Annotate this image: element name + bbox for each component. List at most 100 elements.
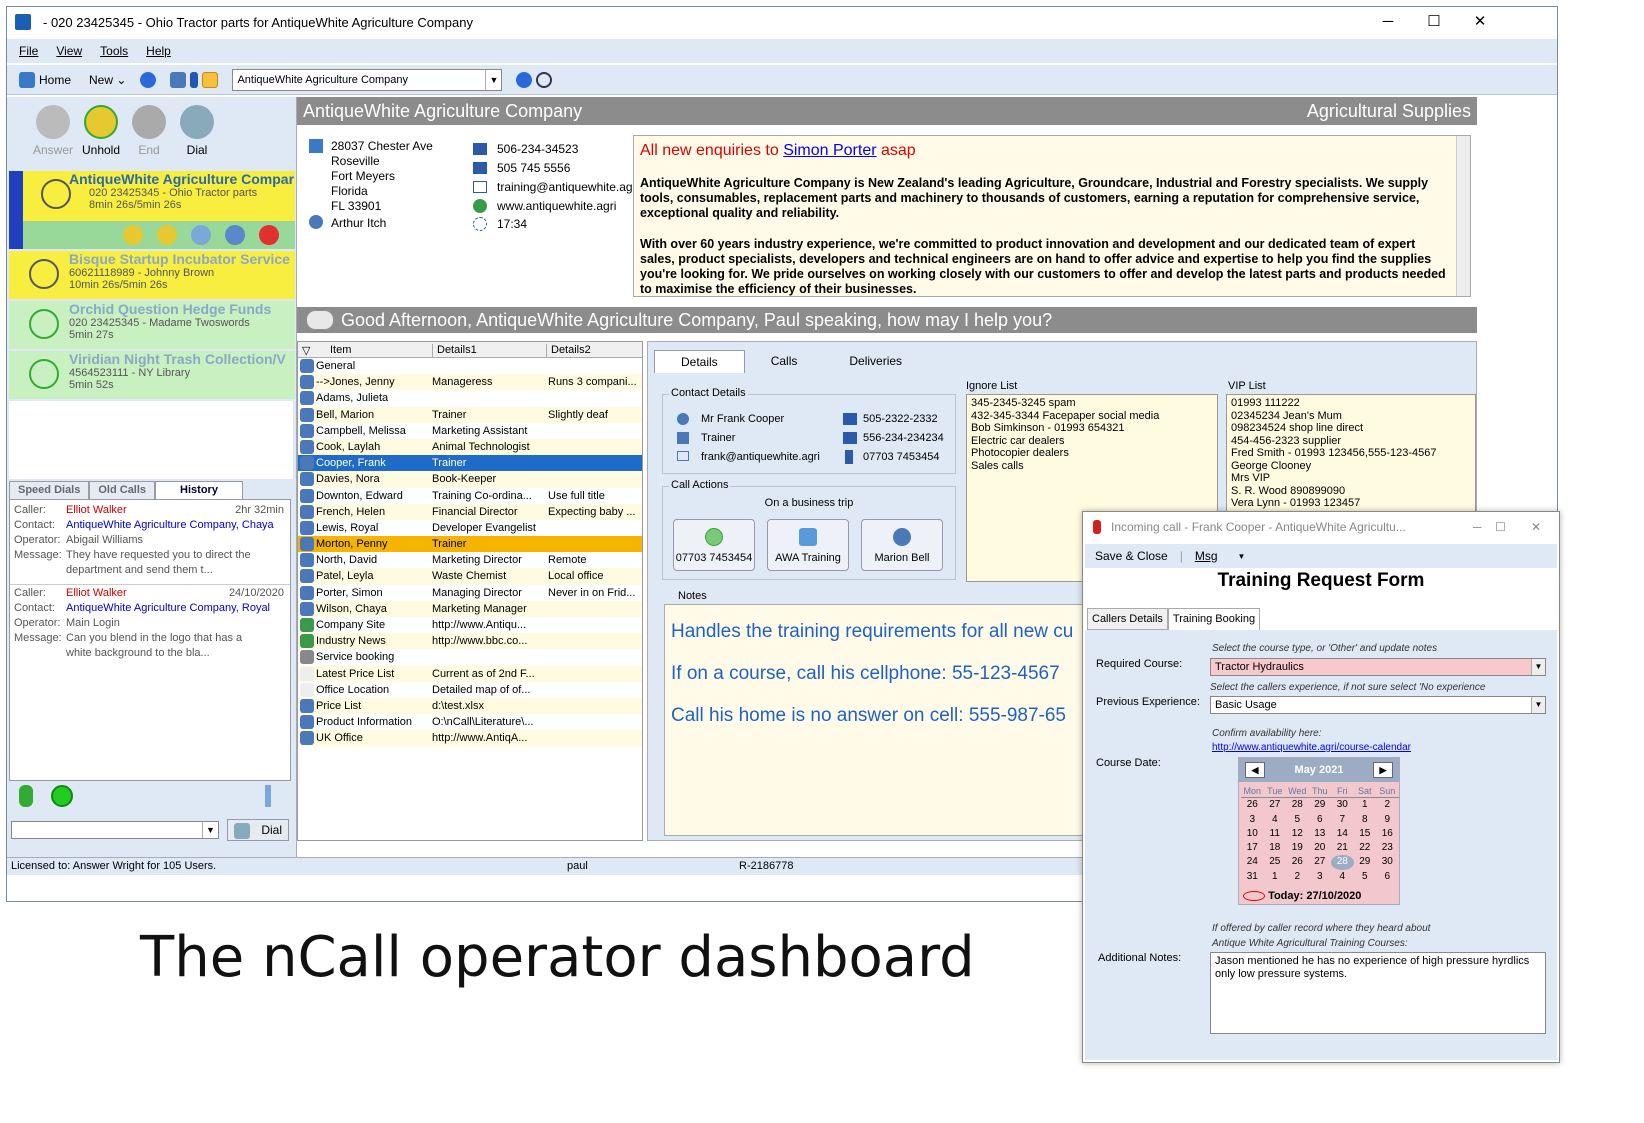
notice-scrollbar[interactable]: [1456, 136, 1470, 296]
calendar-day[interactable]: 27: [1264, 798, 1287, 812]
list-entry[interactable]: 098234524 shop line direct: [1231, 422, 1471, 435]
calendar-day[interactable]: 6: [1309, 813, 1332, 827]
history-entry[interactable]: Caller: Elliot Walker 24/10/2020 Contact: A…: [10, 584, 290, 660]
maximize-button[interactable]: ☐: [1411, 7, 1457, 37]
calendar-day[interactable]: 4: [1331, 870, 1354, 884]
list-entry[interactable]: 454-456-2323 supplier: [1231, 435, 1471, 448]
list-entry[interactable]: Vera Lynn - 01993 123457: [1231, 497, 1471, 510]
unhold-icon[interactable]: [123, 225, 143, 245]
list-item[interactable]: Patel, Leyla Waste Chemist Local office: [298, 568, 642, 585]
balloon-icon[interactable]: [140, 71, 157, 88]
list-entry[interactable]: S. R. Wood 890899090: [1231, 485, 1471, 498]
company-combo[interactable]: AntiqueWhite Agriculture Company ▼: [232, 68, 503, 91]
calendar-day[interactable]: 9: [1376, 813, 1399, 827]
list-item[interactable]: General: [298, 358, 642, 374]
list-entry[interactable]: Sales calls: [971, 460, 1213, 473]
menu-view[interactable]: View: [56, 44, 82, 58]
calendar-day[interactable]: 28: [1331, 855, 1354, 870]
calendar-day[interactable]: 28: [1286, 798, 1309, 812]
calendar-day[interactable]: 10: [1241, 827, 1264, 841]
call-item[interactable]: Orchid Question Hedge Funds 020 23425345…: [9, 301, 295, 349]
calendar-day[interactable]: 25: [1264, 855, 1287, 869]
calendar-day[interactable]: 17: [1241, 841, 1264, 855]
end-button[interactable]: End: [123, 105, 175, 157]
form-maximize-button[interactable]: ☐: [1495, 512, 1506, 542]
list-item[interactable]: Cooper, Frank Trainer: [298, 455, 642, 472]
company-fax[interactable]: 505 745 5556: [497, 161, 570, 175]
tab-training-booking[interactable]: Training Booking: [1167, 608, 1261, 630]
course-date-calendar[interactable]: ◀ May 2021 ▶ Mon Tue Wed Thu Fri Sat Sun 26 27 28…: [1238, 757, 1400, 905]
filter-icon[interactable]: ▽: [302, 344, 310, 357]
next-month-icon[interactable]: ▶: [1373, 762, 1393, 778]
calendar-day[interactable]: 4: [1264, 813, 1287, 827]
calendar-day[interactable]: 30: [1331, 798, 1354, 812]
calendar-day[interactable]: 29: [1309, 798, 1332, 812]
calendar-day[interactable]: 5: [1354, 870, 1377, 884]
experience-select[interactable]: Basic Usage ▼: [1210, 696, 1546, 714]
list-item[interactable]: North, David Marketing Director Remote: [298, 552, 642, 568]
help-icon[interactable]: [516, 71, 533, 88]
contact-mobile[interactable]: 07703 7453454: [863, 451, 939, 463]
calendar-day[interactable]: 1: [1264, 870, 1287, 884]
microphone-icon[interactable]: [19, 785, 33, 807]
calendar-day[interactable]: 29: [1354, 855, 1377, 869]
clipboard-icon[interactable]: [202, 71, 219, 88]
tab-details[interactable]: Details: [654, 350, 745, 373]
tab-calls[interactable]: Calls: [745, 350, 824, 373]
calendar-day[interactable]: 13: [1309, 827, 1332, 841]
calendar-day[interactable]: 27: [1309, 855, 1332, 869]
save-close-button[interactable]: Save & Close: [1095, 549, 1168, 563]
calendar-day[interactable]: 26: [1241, 798, 1264, 812]
additional-notes-textarea[interactable]: Jason mentioned he has no experience of …: [1210, 952, 1546, 1034]
list-entry[interactable]: Photocopier dealers: [971, 447, 1213, 460]
calendar-day[interactable]: 31: [1241, 870, 1264, 884]
search-icon[interactable]: [536, 71, 553, 88]
new-button[interactable]: New ⌄: [85, 69, 130, 91]
form-close-button[interactable]: ✕: [1531, 512, 1541, 542]
calendar-day[interactable]: 2: [1376, 798, 1399, 812]
company-email[interactable]: training@antiquewhite.agri: [497, 180, 639, 194]
calendar-day[interactable]: 22: [1354, 841, 1377, 855]
hangup-icon[interactable]: [259, 225, 279, 245]
transfer-marion-button[interactable]: Marion Bell: [861, 519, 943, 571]
calendar-day[interactable]: 23: [1376, 841, 1399, 855]
dial-button[interactable]: Dial: [171, 105, 223, 157]
list-item[interactable]: Downton, Edward Training Co-ordina... Use …: [298, 488, 642, 504]
close-button[interactable]: ✕: [1457, 7, 1503, 37]
list-item[interactable]: -->Jones, Jenny Manageress Runs 3 compani.…: [298, 374, 642, 391]
calendar-day[interactable]: 6: [1376, 870, 1399, 884]
do-not-disturb-icon[interactable]: [51, 785, 73, 807]
list-item[interactable]: French, Helen Financial Director Expecting…: [298, 503, 642, 520]
list-entry[interactable]: 432-345-3344 Facepaper social media: [971, 410, 1213, 423]
column-header[interactable]: Details2: [546, 344, 591, 358]
calendar-day[interactable]: 18: [1264, 841, 1287, 855]
list-entry[interactable]: George Clooney: [1231, 460, 1471, 473]
chevron-down-icon[interactable]: ▼: [1531, 659, 1545, 675]
tab-old-calls[interactable]: Old Calls: [89, 481, 156, 499]
form-minimize-button[interactable]: ─: [1473, 512, 1482, 542]
calendar-day[interactable]: 11: [1264, 827, 1287, 841]
list-entry[interactable]: 02345234 Jean's Mum: [1231, 410, 1471, 423]
course-select[interactable]: Tractor Hydraulics ▼: [1210, 658, 1546, 676]
phone-icon[interactable]: [190, 71, 199, 88]
tab-callers-details[interactable]: Callers Details: [1087, 608, 1168, 630]
calendar-day[interactable]: 3: [1241, 813, 1264, 827]
list-entry[interactable]: Electric car dealers: [971, 435, 1213, 448]
answer-button[interactable]: Answer: [27, 105, 79, 157]
call-item[interactable]: Viridian Night Trash Collection/V 456452…: [9, 351, 295, 399]
calendar-day[interactable]: 24: [1241, 855, 1264, 869]
list-item[interactable]: Adams, Julieta: [298, 390, 642, 406]
list-item[interactable]: Product Information O:\nCall\Literature\.…: [298, 714, 642, 730]
calendar-day[interactable]: 2: [1286, 870, 1309, 884]
tab-history[interactable]: History: [155, 481, 243, 499]
column-header[interactable]: Details1: [432, 344, 477, 358]
menu-file[interactable]: File: [19, 44, 38, 58]
company-website[interactable]: www.antiquewhite.agri: [497, 199, 616, 213]
calendar-day[interactable]: 20: [1309, 841, 1332, 855]
list-item[interactable]: Service booking: [298, 649, 642, 665]
contact-email[interactable]: frank@antiquewhite.agri: [701, 451, 820, 463]
transfer-icon[interactable]: [157, 225, 177, 245]
menu-help[interactable]: Help: [146, 44, 171, 58]
calendar-day[interactable]: 19: [1286, 841, 1309, 855]
tab-deliveries[interactable]: Deliveries: [823, 350, 928, 373]
